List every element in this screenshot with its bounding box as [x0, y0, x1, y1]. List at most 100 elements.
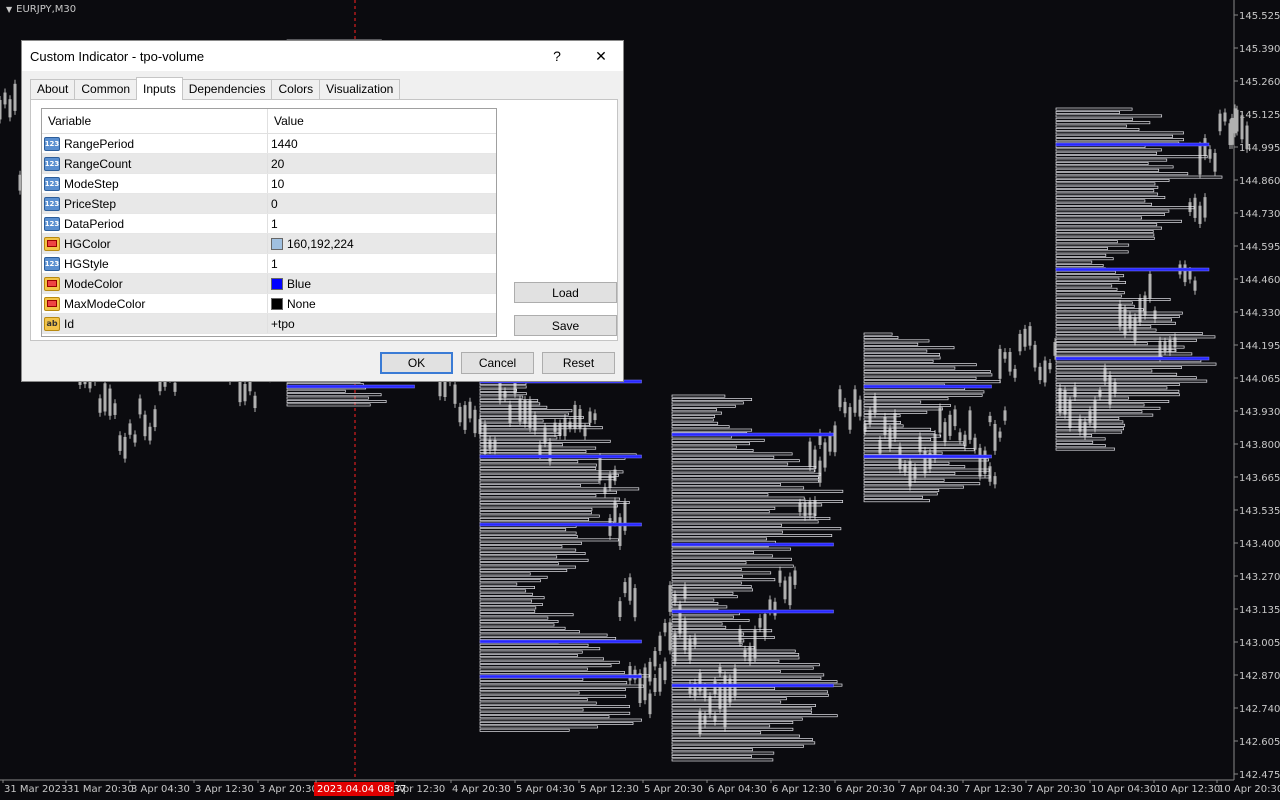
profile-bar: [479, 405, 548, 409]
candle-body: [1240, 115, 1244, 140]
profile-bar: [479, 497, 621, 501]
profile-bar: [863, 336, 899, 339]
close-icon[interactable]: ✕: [579, 41, 623, 71]
table-row[interactable]: 123 RangePeriod 1440: [42, 134, 496, 154]
value-cell[interactable]: 160,192,224: [268, 234, 496, 253]
table-row[interactable]: 123 PriceStep 0: [42, 194, 496, 214]
table-row[interactable]: MaxModeColor None: [42, 294, 496, 314]
profile-bar: [1055, 117, 1133, 121]
profile-bar: [863, 370, 991, 373]
profile-bar: [863, 373, 993, 377]
profile-bar: [671, 758, 774, 762]
profile-bar: [863, 393, 983, 397]
profile-bar: [863, 499, 930, 503]
price-tick-label: 144.730: [1239, 209, 1280, 220]
variable-cell: ab Id: [42, 314, 268, 333]
candle-body: [963, 434, 967, 447]
candle-body: [1188, 270, 1192, 280]
time-tick-label: 6 Apr 12:30: [772, 784, 831, 795]
variable-value: Blue: [287, 276, 312, 291]
profile-bar: [863, 390, 985, 394]
table-row[interactable]: 123 HGStyle 1: [42, 254, 496, 274]
candle-body: [983, 450, 987, 474]
candle-body: [1003, 410, 1007, 421]
tab-colors[interactable]: Colors: [271, 79, 321, 100]
profile-bar: [671, 489, 844, 493]
profile-bar: [479, 684, 644, 688]
candle-body: [463, 405, 467, 430]
table-row[interactable]: ModeColor Blue: [42, 274, 496, 294]
reset-button[interactable]: Reset: [542, 352, 615, 374]
value-cell[interactable]: 1: [268, 254, 496, 273]
profile-bar: [479, 558, 589, 562]
table-row[interactable]: 123 ModeStep 10: [42, 174, 496, 194]
profile-bar: [671, 500, 844, 503]
profile-bar: [671, 517, 831, 520]
profile-bar: [671, 581, 742, 585]
value-cell[interactable]: 1440: [268, 134, 496, 153]
table-row[interactable]: ab Id +tpo: [42, 314, 496, 334]
candle-body: [673, 633, 677, 662]
candle-body: [1048, 362, 1052, 370]
table-row[interactable]: 123 DataPeriod 1: [42, 214, 496, 234]
cancel-button[interactable]: Cancel: [461, 352, 534, 374]
profile-bar: [479, 450, 587, 453]
price-tick-label: 143.930: [1239, 407, 1280, 418]
value-cell[interactable]: Blue: [268, 274, 496, 293]
tab-dependencies[interactable]: Dependencies: [181, 79, 273, 100]
price-tick-label: 143.005: [1239, 638, 1280, 649]
candle-body: [123, 436, 127, 459]
price-tick-label: 144.860: [1239, 176, 1280, 187]
candle-body: [118, 435, 122, 451]
value-cell[interactable]: None: [268, 294, 496, 313]
dropdown-triangle-icon[interactable]: ▼: [6, 5, 12, 14]
profile-bar: [671, 408, 717, 412]
candle-body: [108, 388, 112, 416]
profile-bar: [1055, 308, 1144, 312]
tab-inputs[interactable]: Inputs: [136, 77, 183, 100]
profile-bar: [479, 528, 567, 532]
profile-bar: [671, 632, 745, 636]
profile-bar: [479, 541, 582, 545]
value-cell[interactable]: 20: [268, 154, 496, 173]
table-row[interactable]: HGColor 160,192,224: [42, 234, 496, 254]
profile-bar: [671, 428, 753, 432]
profile-bar: [479, 473, 619, 477]
profile-bar: [863, 475, 991, 479]
profile-bar: [1055, 372, 1178, 376]
profile-bar: [1055, 352, 1193, 356]
profile-bar: [863, 492, 938, 496]
profile-bar: [671, 595, 738, 599]
profile-bar: [1055, 427, 1124, 431]
time-tick-label: 10 Apr 04:30: [1091, 784, 1156, 795]
candle-body: [628, 577, 632, 601]
save-button[interactable]: Save: [514, 315, 617, 336]
candle-body: [1073, 386, 1077, 397]
value-cell[interactable]: 1: [268, 214, 496, 233]
profile-bar: [286, 393, 382, 397]
profile-bar: [1055, 185, 1159, 189]
profile-bar: [479, 429, 562, 433]
profile-bar: [1055, 440, 1094, 444]
ok-button[interactable]: OK: [380, 352, 453, 374]
tab-visualization[interactable]: Visualization: [319, 79, 401, 100]
profile-bar: [671, 710, 812, 714]
tab-about[interactable]: About: [30, 79, 76, 100]
color-swatch: [271, 237, 283, 250]
value-cell[interactable]: 0: [268, 194, 496, 213]
profile-bar: [671, 513, 816, 517]
variable-name: ModeStep: [64, 176, 119, 191]
profile-bar: [479, 647, 601, 651]
profile-bar: [863, 363, 977, 367]
profile-bar: [671, 398, 753, 401]
help-icon[interactable]: ?: [535, 41, 579, 71]
candle-body: [993, 423, 997, 451]
value-cell[interactable]: 10: [268, 174, 496, 193]
value-cell[interactable]: +tpo: [268, 314, 496, 333]
tab-common[interactable]: Common: [74, 79, 138, 100]
candle-body: [618, 517, 622, 546]
load-button[interactable]: Load: [514, 282, 617, 303]
profile-bar: [1055, 281, 1126, 284]
table-row[interactable]: 123 RangeCount 20: [42, 154, 496, 174]
integer-type-icon: 123: [44, 176, 60, 191]
